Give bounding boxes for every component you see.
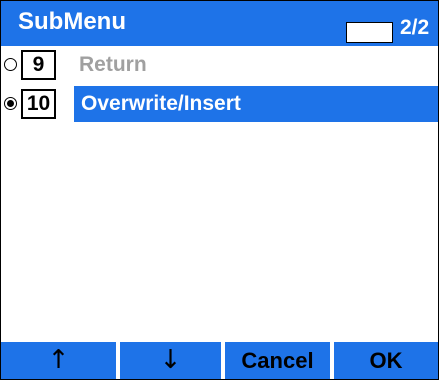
softkey-ok-label: OK: [369, 348, 403, 373]
page-indicator: 2/2: [400, 16, 430, 39]
softkey-bar: ↑ ↓ Cancel OK: [1, 342, 438, 379]
title-bar: SubMenu 2/2: [1, 1, 438, 46]
softkey-cancel-button[interactable]: Cancel: [225, 342, 330, 379]
arrow-up-icon: ↑: [47, 345, 70, 375]
selection-highlight: Overwrite/Insert: [74, 86, 438, 122]
page-indicator-box: [346, 22, 393, 43]
softkey-ok-button[interactable]: OK: [334, 342, 438, 379]
phone-display: SubMenu 2/2 9 Return 10 Overwrite/Insert…: [0, 0, 439, 380]
menu-item-return[interactable]: 9 Return: [1, 47, 438, 83]
softkey-cancel-label: Cancel: [241, 348, 314, 373]
menu-item-number: 9: [21, 50, 56, 80]
page-title: SubMenu: [18, 8, 126, 35]
menu-item-number: 10: [21, 89, 56, 119]
menu-item-label: Overwrite/Insert: [81, 92, 241, 115]
softkey-down-button[interactable]: ↓: [120, 342, 221, 379]
softkey-up-button[interactable]: ↑: [1, 342, 116, 379]
menu-item-label: Return: [79, 53, 147, 76]
arrow-down-icon: ↓: [159, 345, 182, 375]
radio-on-icon: [4, 97, 17, 110]
radio-off-icon: [4, 58, 17, 71]
menu-item-overwrite-insert[interactable]: 10 Overwrite/Insert: [1, 86, 438, 122]
